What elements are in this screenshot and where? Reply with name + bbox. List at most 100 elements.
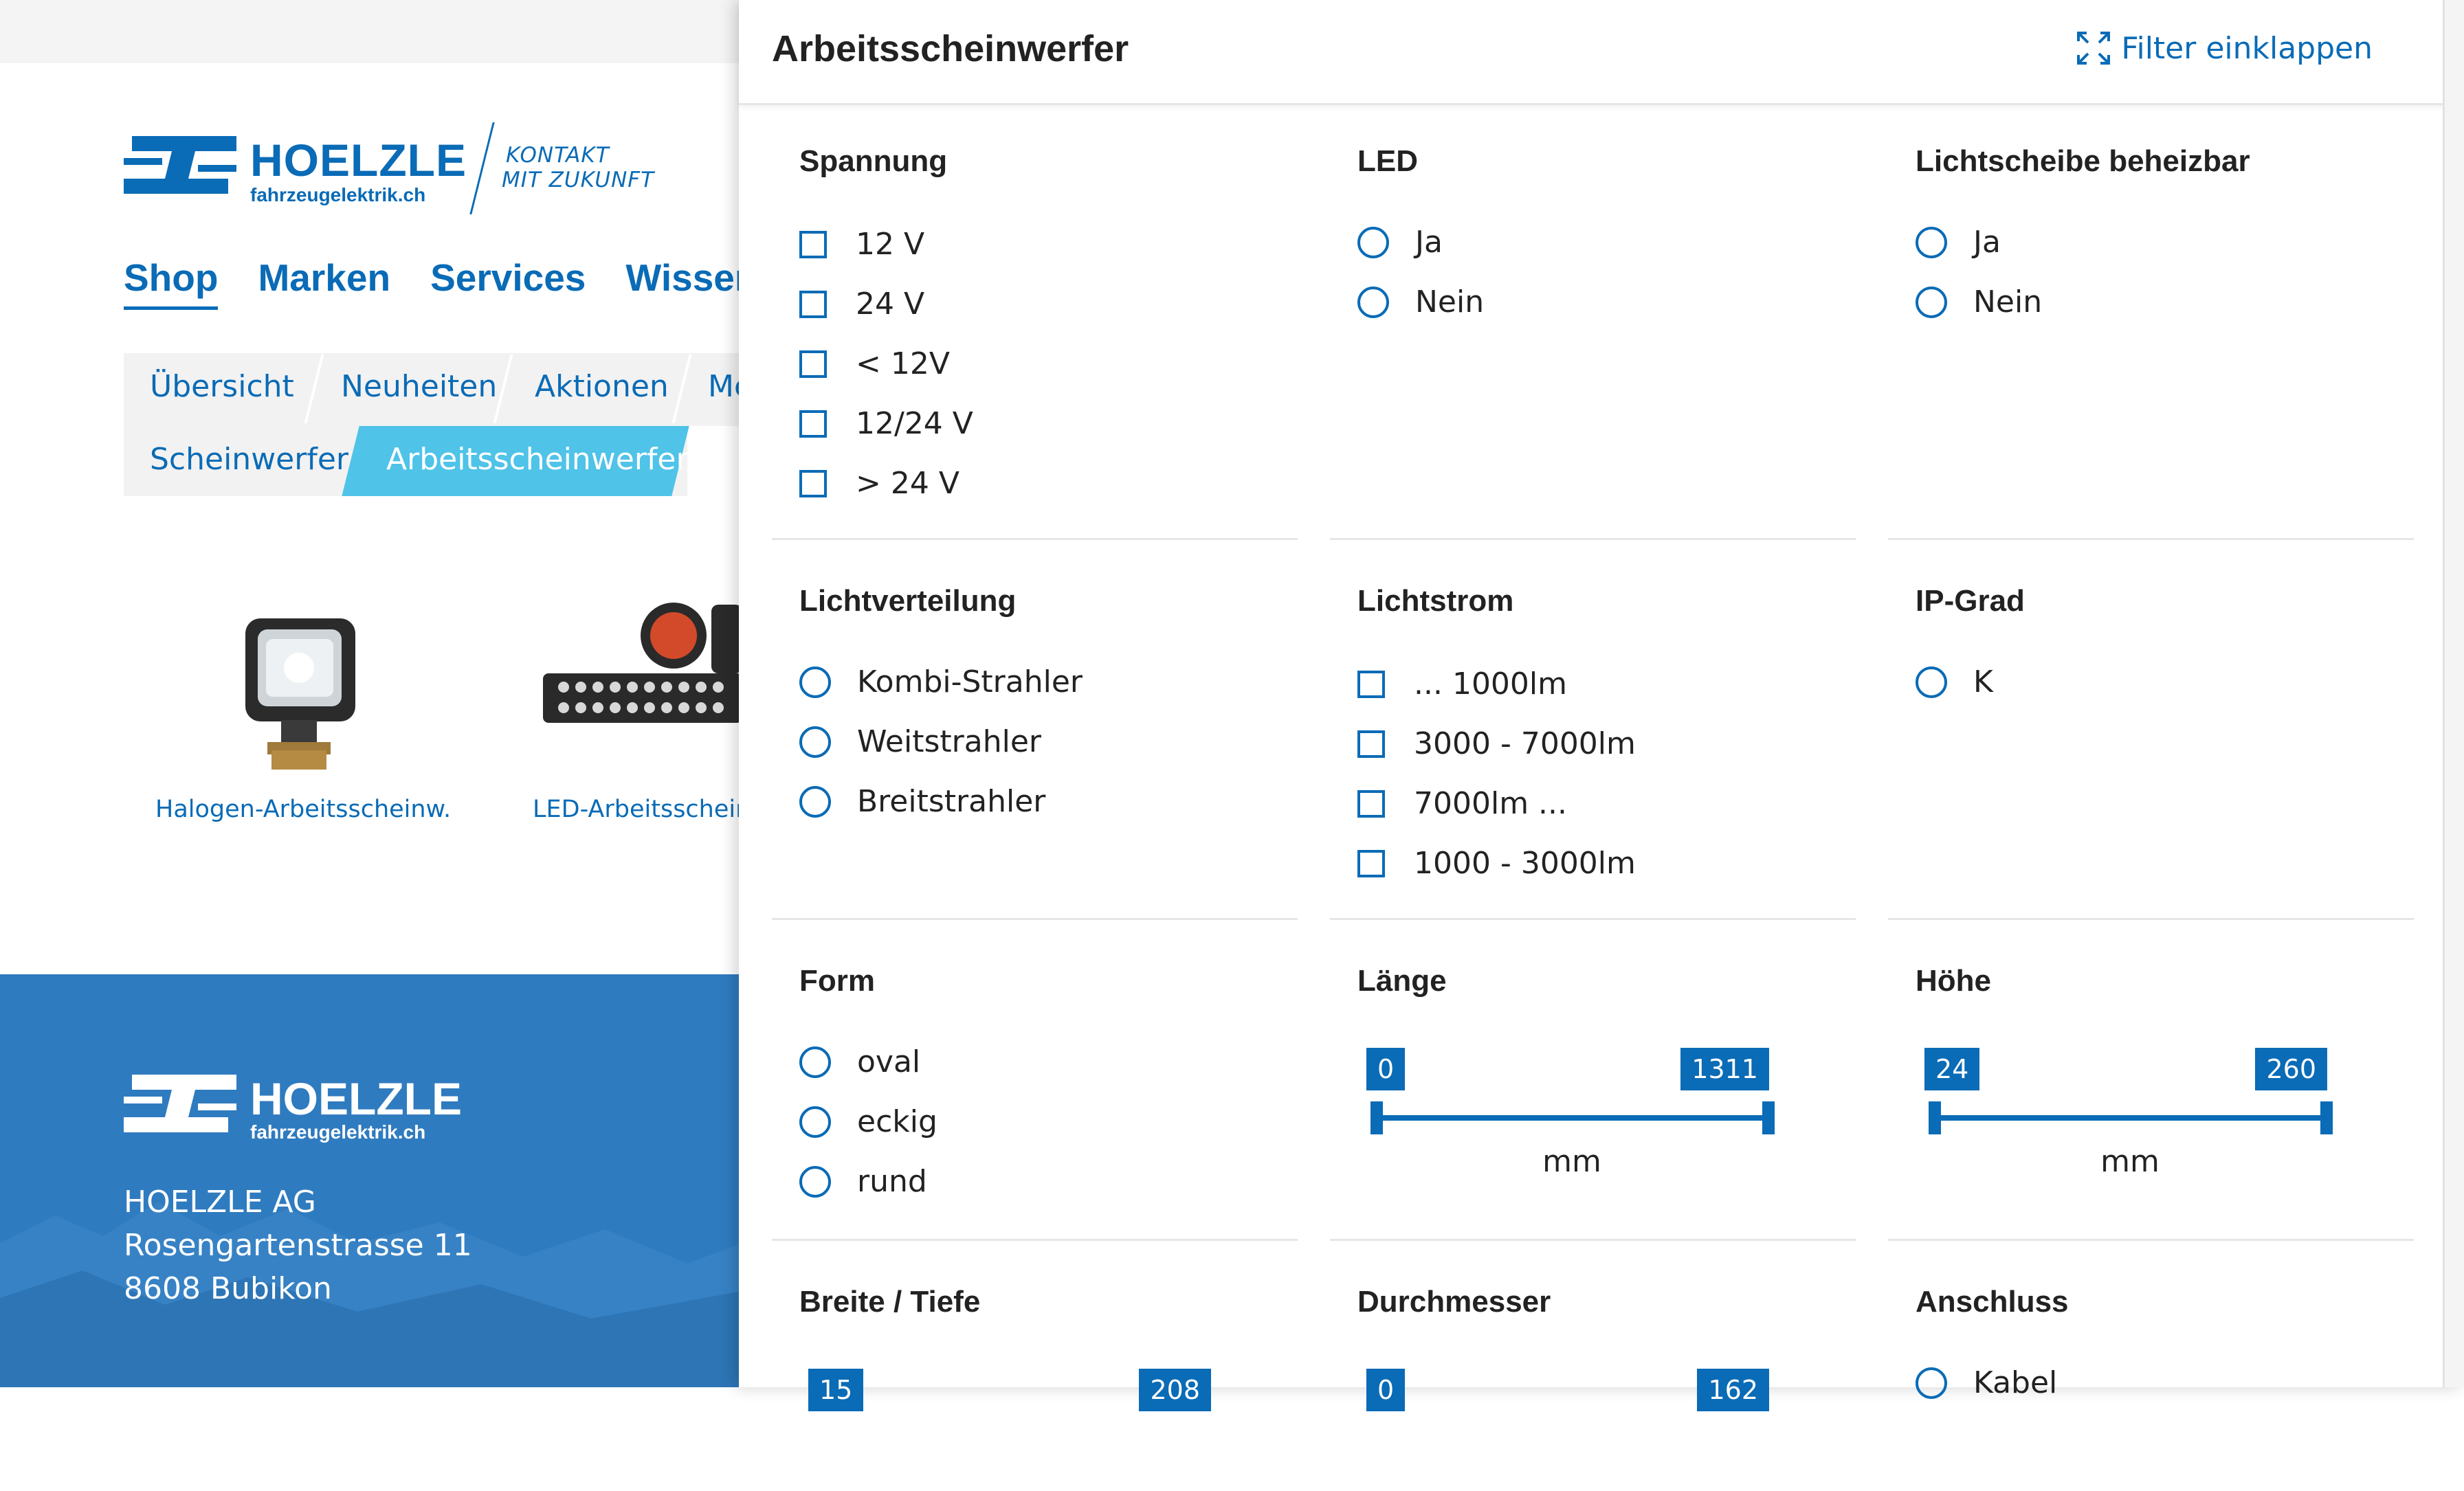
- collapse-label: Filter einklappen: [2121, 30, 2373, 66]
- radio[interactable]: [799, 666, 831, 698]
- section-title: Höhe: [1916, 964, 1991, 998]
- checkbox[interactable]: [799, 469, 827, 497]
- range-max-value: 208: [1139, 1369, 1211, 1411]
- option-kombi-strahler[interactable]: Kombi-Strahler: [799, 664, 1083, 699]
- checkbox[interactable]: [799, 230, 827, 258]
- radio[interactable]: [1357, 226, 1389, 258]
- option-ip-k[interactable]: K: [1916, 664, 1993, 699]
- range-track: [1933, 1115, 2327, 1121]
- scrollbar[interactable]: [2443, 0, 2464, 1387]
- halogen-lamp-image[interactable]: [230, 605, 368, 776]
- radio[interactable]: [799, 1106, 831, 1138]
- section-title: LED: [1357, 144, 1418, 178]
- option-12-24v[interactable]: 12/24 V: [799, 406, 973, 441]
- range-unit: mm: [2100, 1144, 2160, 1179]
- nav-wissen[interactable]: Wissen: [625, 256, 757, 310]
- checkbox[interactable]: [1357, 730, 1385, 758]
- collapse-filter-button[interactable]: Filter einklappen: [2076, 30, 2373, 66]
- option-1000-3000lm[interactable]: 1000 - 3000lm: [1357, 846, 1636, 881]
- footer-logo[interactable]: HOELZLE fahrzeugelektrik.ch: [124, 1070, 462, 1143]
- radio[interactable]: [1916, 666, 1947, 698]
- option-led-ja[interactable]: Ja: [1357, 225, 1443, 260]
- nav-shop[interactable]: Shop: [124, 256, 219, 310]
- range-handle-max[interactable]: [1762, 1101, 1775, 1134]
- filter-title: Arbeitsscheinwerfer: [772, 28, 1129, 69]
- nav-marken[interactable]: Marken: [258, 256, 390, 310]
- range-min-value: 24: [1924, 1048, 1980, 1090]
- radio[interactable]: [799, 1165, 831, 1198]
- product-halogen-label[interactable]: Halogen-Arbeitsscheinw.: [155, 796, 451, 823]
- option-gt-7000lm[interactable]: 7000lm ...: [1357, 786, 1567, 821]
- checkbox[interactable]: [1357, 849, 1385, 877]
- option-3000-7000lm[interactable]: 3000 - 7000lm: [1357, 726, 1636, 761]
- range-handle-min[interactable]: [1370, 1101, 1383, 1134]
- footer: HOELZLE fahrzeugelektrik.ch HOELZLE AG R…: [0, 974, 742, 1387]
- option-oval[interactable]: oval: [799, 1044, 920, 1079]
- address-street: Rosengartenstrasse 11: [124, 1228, 472, 1263]
- nav-services[interactable]: Services: [430, 256, 586, 310]
- laenge-range-slider[interactable]: 0 1311 mm: [1366, 1033, 1828, 1179]
- option-weitstrahler[interactable]: Weitstrahler: [799, 724, 1041, 759]
- breite-range-slider[interactable]: 15 208: [808, 1354, 1270, 1491]
- subnav-arbeitsscheinwerfer[interactable]: Arbeitsscheinwerfer: [386, 442, 689, 477]
- option-gt-24v[interactable]: > 24 V: [799, 466, 959, 501]
- range-handle-min[interactable]: [1929, 1101, 1941, 1134]
- footer-logo-mark-icon: [124, 1075, 236, 1132]
- radio[interactable]: [1357, 286, 1389, 318]
- slogan-line-2: MIT ZUKUNFT: [502, 168, 655, 192]
- radio[interactable]: [1916, 286, 1947, 318]
- section-title: Durchmesser: [1357, 1285, 1551, 1319]
- site-logo[interactable]: HOELZLE fahrzeugelektrik.ch: [124, 132, 467, 206]
- option-eckig[interactable]: eckig: [799, 1104, 937, 1139]
- option-lichtscheibe-nein[interactable]: Nein: [1916, 284, 2042, 320]
- footer-address: HOELZLE AG Rosengartenstrasse 11 8608 Bu…: [124, 1180, 472, 1310]
- option-led-nein[interactable]: Nein: [1357, 284, 1484, 320]
- range-min-value: 15: [808, 1369, 864, 1411]
- checkbox[interactable]: [799, 290, 827, 318]
- footer-domain: fahrzeugelektrik.ch: [250, 1121, 426, 1143]
- range-min-value: 0: [1366, 1369, 1406, 1411]
- option-breitstrahler[interactable]: Breitstrahler: [799, 784, 1045, 819]
- durchmesser-range-slider[interactable]: 0 162: [1366, 1354, 1828, 1491]
- subnav-scheinwerfer[interactable]: Scheinwerfer: [150, 442, 348, 477]
- range-max-value: 1311: [1680, 1048, 1769, 1090]
- subnav-neuheiten[interactable]: Neuheiten: [341, 369, 497, 404]
- footer-brand: HOELZLE: [250, 1073, 462, 1124]
- filter-panel: Arbeitsscheinwerfer Filter einklappen Sp…: [739, 0, 2464, 1411]
- option-lt-1000lm[interactable]: ... 1000lm: [1357, 666, 1567, 702]
- product-led-label[interactable]: LED-Arbeitsscheinw: [533, 796, 770, 823]
- section-title: Länge: [1357, 964, 1447, 998]
- logo-brand: HOELZLE: [250, 135, 467, 186]
- range-track: [1375, 1115, 1769, 1121]
- option-kabel[interactable]: Kabel: [1916, 1365, 2057, 1400]
- range-max-value: 162: [1697, 1369, 1769, 1411]
- option-lichtscheibe-ja[interactable]: Ja: [1916, 225, 2001, 260]
- led-bar-image[interactable]: [543, 598, 742, 763]
- range-handle-max[interactable]: [2320, 1101, 2333, 1134]
- section-title: Lichtverteilung: [799, 584, 1017, 618]
- radio[interactable]: [1916, 1367, 1947, 1399]
- checkbox[interactable]: [799, 350, 827, 378]
- section-title: Spannung: [799, 144, 948, 178]
- option-24v[interactable]: 24 V: [799, 287, 924, 322]
- checkbox[interactable]: [1357, 789, 1385, 818]
- option-lt-12v[interactable]: < 12V: [799, 346, 950, 381]
- checkbox[interactable]: [799, 410, 827, 438]
- subnav-aktionen[interactable]: Aktionen: [535, 369, 669, 404]
- hoehe-range-slider[interactable]: 24 260 mm: [1924, 1033, 2386, 1179]
- section-title: Anschluss: [1916, 1285, 2069, 1319]
- subnav-uebersicht[interactable]: Übersicht: [150, 369, 294, 404]
- radio[interactable]: [1916, 226, 1947, 258]
- radio[interactable]: [799, 785, 831, 818]
- radio[interactable]: [799, 1046, 831, 1078]
- address-city: 8608 Bubikon: [124, 1271, 332, 1306]
- radio[interactable]: [799, 726, 831, 758]
- checkbox[interactable]: [1357, 670, 1385, 698]
- logo-domain: fahrzeugelektrik.ch: [250, 184, 426, 205]
- section-title: IP-Grad: [1916, 584, 2025, 618]
- main-nav: Shop Marken Services Wissen: [124, 256, 757, 310]
- option-12v[interactable]: 12 V: [799, 227, 924, 262]
- range-max-value: 260: [2255, 1048, 2327, 1090]
- section-title: Lichtstrom: [1357, 584, 1514, 618]
- option-rund[interactable]: rund: [799, 1164, 927, 1199]
